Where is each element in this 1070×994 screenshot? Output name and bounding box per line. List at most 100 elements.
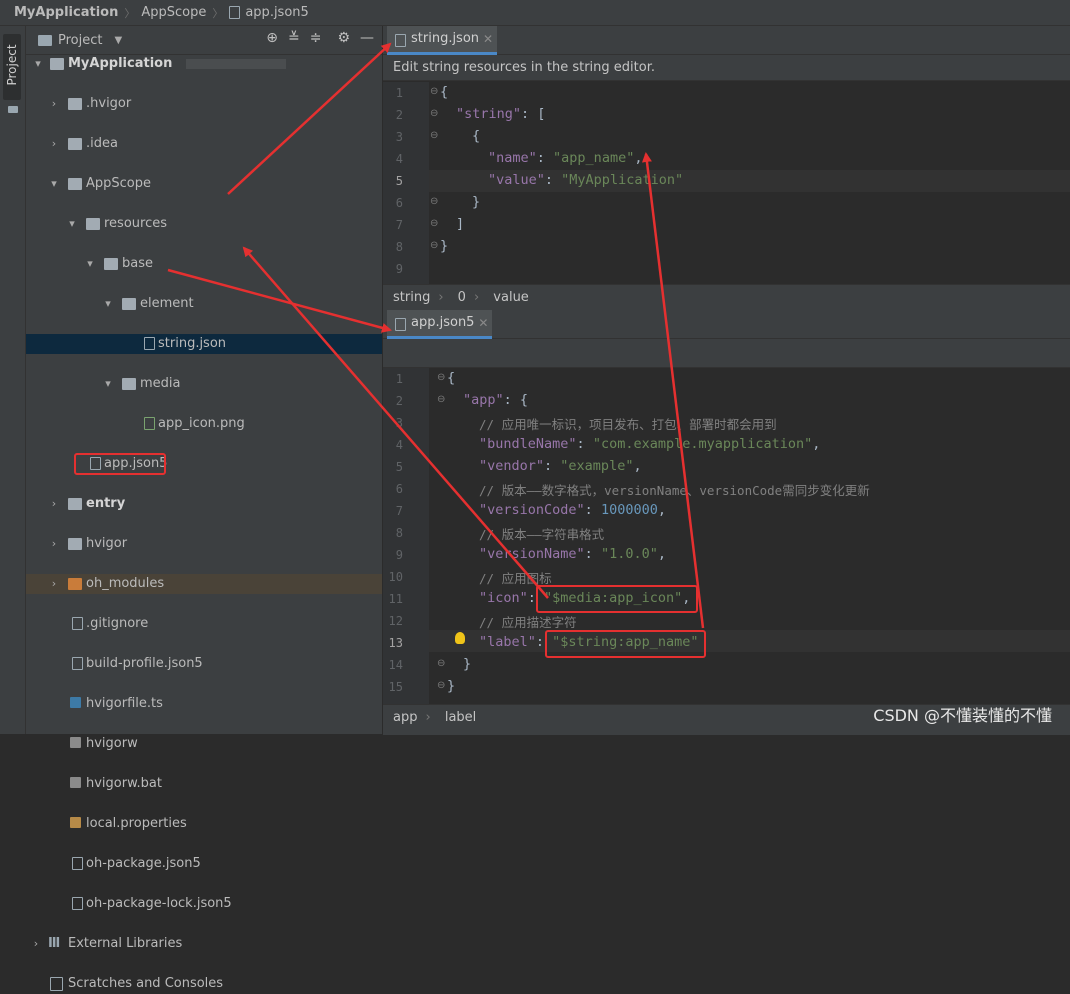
close-icon[interactable]: ✕ [478, 310, 488, 336]
tree-item-hvigor[interactable]: › hvigor [26, 534, 382, 554]
chevron-right-icon[interactable]: › [48, 94, 60, 114]
collapse-all-icon[interactable]: ≑ [310, 30, 322, 46]
code-token: : { [503, 392, 529, 408]
tree-item-element[interactable]: ▾ element [26, 294, 382, 314]
fold-marker-icon[interactable]: ⊖ [437, 372, 445, 383]
breadcrumb-appscope[interactable]: AppScope [137, 5, 210, 20]
chevron-right-icon[interactable]: › [30, 934, 42, 954]
tree-item-hvigorw-bat[interactable]: hvigorw.bat [26, 774, 382, 794]
breadcrumb-project[interactable]: MyApplication [0, 5, 122, 20]
tree-item-appscope[interactable]: ▾ AppScope [26, 174, 382, 194]
tree-item-scratches[interactable]: Scratches and Consoles [26, 974, 382, 994]
code-line-6[interactable]: } [472, 194, 480, 210]
chevron-right-icon[interactable]: › [48, 534, 60, 554]
code-token: "vendor" [479, 458, 545, 474]
tree-item-oh-package-lock[interactable]: oh-package-lock.json5 [26, 894, 382, 914]
tree-item-local-properties[interactable]: local.properties [26, 814, 382, 834]
code-line-15[interactable]: } [447, 678, 455, 694]
chevron-down-icon[interactable]: ▾ [102, 374, 114, 394]
tab-string-json[interactable]: string.json ✕ [387, 26, 498, 55]
minimize-icon[interactable]: — [360, 30, 374, 46]
code-line-7[interactable]: "versionCode": 1000000, [479, 502, 666, 518]
tree-item-oh-modules[interactable]: › oh_modules [26, 574, 382, 594]
fold-marker-icon[interactable]: ⊖ [437, 394, 445, 405]
structure-crumb[interactable]: value [493, 290, 529, 305]
code-token: : [536, 150, 554, 166]
fold-marker-icon[interactable]: ⊖ [430, 240, 438, 251]
tree-item-gitignore[interactable]: .gitignore [26, 614, 382, 634]
chevron-down-icon[interactable]: ▾ [66, 214, 78, 234]
code-line-2[interactable]: "string": [ [456, 106, 545, 122]
fold-marker-icon[interactable]: ⊖ [437, 658, 445, 669]
fold-marker-icon[interactable]: ⊖ [430, 196, 438, 207]
tree-item-app-icon[interactable]: app_icon.png [26, 414, 382, 434]
folder-icon [86, 218, 100, 230]
line-number: 9 [395, 262, 403, 276]
code-line-8[interactable]: // 版本——字符串格式 [479, 524, 604, 543]
tree-item-idea[interactable]: › .idea [26, 134, 382, 154]
project-view-selector[interactable]: Project [58, 33, 102, 48]
code-line-5[interactable]: "value": "MyApplication" [488, 172, 683, 188]
expand-all-icon[interactable]: ≚ [288, 30, 300, 46]
tree-item-base[interactable]: ▾ base [26, 254, 382, 274]
code-token: "string" [456, 106, 522, 122]
tree-item-string-json[interactable]: string.json [26, 334, 382, 354]
code-line-7[interactable]: ] [456, 216, 464, 232]
editor-notice[interactable]: Edit string resources in the string edit… [383, 55, 1070, 81]
chevron-down-icon[interactable]: ▼ [114, 35, 122, 46]
chevron-right-icon[interactable]: › [48, 134, 60, 154]
lightbulb-icon[interactable] [455, 632, 465, 644]
tree-item-entry[interactable]: › entry [26, 494, 382, 514]
tree-item-hvigorfile[interactable]: hvigorfile.ts [26, 694, 382, 714]
code-line-1[interactable]: { [447, 370, 455, 386]
code-line-5[interactable]: "vendor": "example", [479, 458, 642, 474]
structure-crumb[interactable]: string [393, 290, 430, 305]
code-line-4[interactable]: "name": "app_name", [488, 150, 642, 166]
tree-item-external-libraries[interactable]: › Ⅲ External Libraries [26, 934, 382, 954]
chevron-down-icon[interactable]: ▾ [84, 254, 96, 274]
code-line-8[interactable]: } [440, 238, 448, 254]
code-line-2[interactable]: "app": { [463, 392, 528, 408]
chevron-right-icon[interactable]: › [48, 494, 60, 514]
fold-marker-icon[interactable]: ⊖ [430, 218, 438, 229]
structure-crumb[interactable]: app [393, 710, 417, 725]
fold-marker-icon[interactable]: ⊖ [430, 86, 438, 97]
tree-item-build-profile[interactable]: build-profile.json5 [26, 654, 382, 674]
line-number: 5 [395, 460, 403, 474]
target-icon[interactable]: ⊕ [266, 30, 278, 46]
code-line-3[interactable]: // 应用唯一标识，项目发布、打包、部署时都会用到 [479, 414, 777, 433]
structure-crumb[interactable]: 0 [458, 290, 466, 305]
code-line-9[interactable]: "versionName": "1.0.0", [479, 546, 666, 562]
tree-item-hvigor-dir[interactable]: › .hvigor [26, 94, 382, 114]
fold-marker-icon[interactable]: ⊖ [430, 130, 438, 141]
fold-marker-icon[interactable]: ⊖ [437, 680, 445, 691]
folder-icon [68, 578, 82, 590]
gear-icon[interactable]: ⚙ [337, 30, 350, 46]
code-line-14[interactable]: } [463, 656, 471, 672]
chevron-right-icon[interactable]: › [48, 574, 60, 594]
tab-app-json5[interactable]: app.json5 ✕ [387, 310, 493, 339]
code-line-12[interactable]: // 应用描述字符 [479, 612, 577, 631]
tree-item-resources[interactable]: ▾ resources [26, 214, 382, 234]
tree-item-oh-package[interactable]: oh-package.json5 [26, 854, 382, 874]
tree-item-media[interactable]: ▾ media [26, 374, 382, 394]
code-line-1[interactable]: { [440, 84, 448, 100]
tool-window-strip: Project [0, 26, 26, 734]
editor-tab-bar: string.json ✕ [383, 26, 1070, 55]
code-line-4[interactable]: "bundleName": "com.example.myapplication… [479, 436, 820, 452]
structure-crumb[interactable]: label [445, 710, 476, 725]
code-line-6[interactable]: // 版本——数字格式，versionName、versionCode需同步变化… [479, 480, 870, 499]
folder-icon [68, 538, 82, 550]
project-tool-tab[interactable]: Project [3, 34, 21, 100]
breadcrumb-file[interactable]: app.json5 [225, 5, 312, 20]
code-line-3[interactable]: { [472, 128, 480, 144]
chevron-down-icon[interactable]: ▾ [32, 54, 44, 74]
fold-marker-icon[interactable]: ⊖ [430, 108, 438, 119]
chevron-down-icon[interactable]: ▾ [48, 174, 60, 194]
tree-item-label: hvigor [86, 536, 128, 551]
tree-item-hvigorw[interactable]: hvigorw [26, 734, 382, 754]
tree-item-app-json5[interactable]: app.json5 [26, 453, 382, 475]
chevron-down-icon[interactable]: ▾ [102, 294, 114, 314]
close-icon[interactable]: ✕ [483, 26, 493, 52]
tree-item-myapplication[interactable]: ▾ MyApplication [26, 54, 382, 74]
